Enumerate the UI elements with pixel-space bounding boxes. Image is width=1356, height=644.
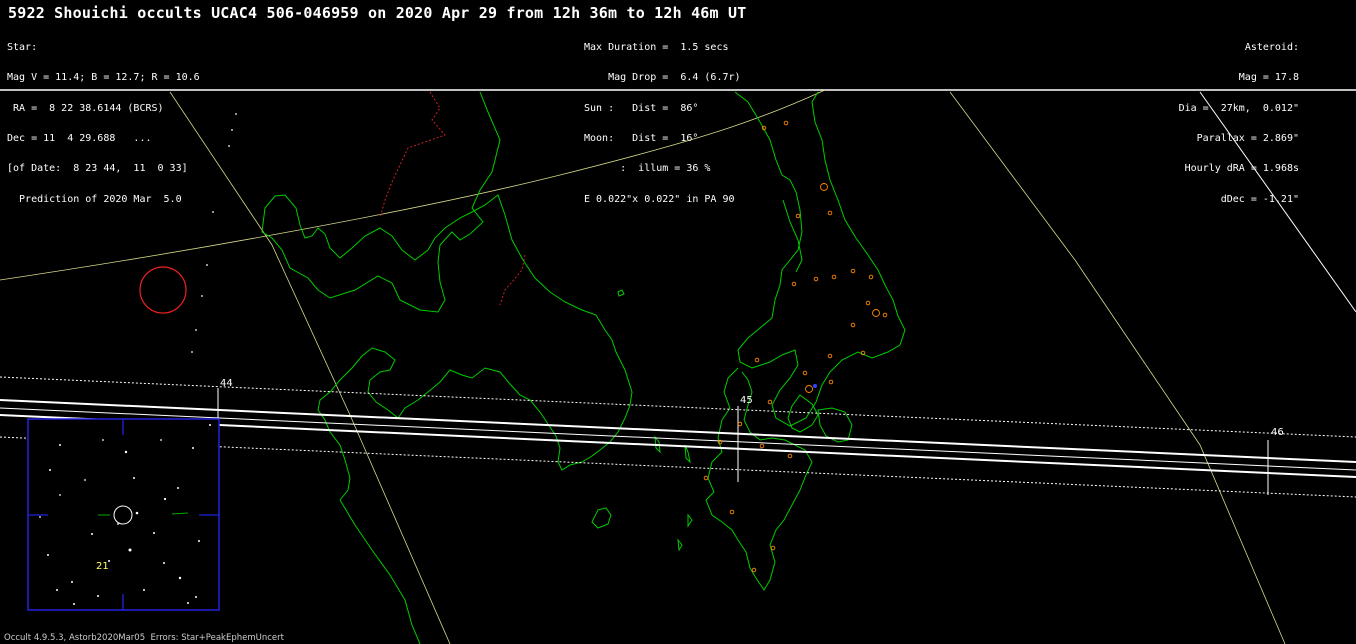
occultation-map: 44 45 46 21 bbox=[0, 89, 1356, 644]
observer-site bbox=[805, 385, 813, 393]
observer-site bbox=[868, 274, 874, 280]
island-coastline bbox=[677, 538, 683, 552]
map-star bbox=[201, 295, 203, 297]
chart-star bbox=[195, 596, 197, 598]
chart-star bbox=[133, 477, 135, 479]
chart-star bbox=[71, 581, 73, 583]
map-star bbox=[212, 211, 214, 213]
observer-site bbox=[850, 322, 856, 328]
star-chart-inset: 21 bbox=[27, 418, 220, 611]
observer-site bbox=[767, 399, 773, 405]
southern-peninsula-coastline bbox=[705, 367, 813, 591]
observer-site bbox=[729, 509, 735, 515]
observer-site bbox=[813, 276, 819, 282]
chart-star bbox=[209, 424, 211, 426]
time-label-45: 45 bbox=[740, 395, 753, 406]
observer-site bbox=[783, 120, 789, 126]
observer-site bbox=[751, 567, 757, 573]
observer-site bbox=[827, 210, 833, 216]
observer-site bbox=[850, 268, 856, 274]
chart-star bbox=[117, 523, 119, 525]
chart-star bbox=[163, 497, 167, 501]
island-coastline bbox=[591, 507, 612, 529]
chart-star bbox=[128, 548, 132, 552]
map-star bbox=[206, 264, 208, 266]
observer-site bbox=[759, 443, 765, 449]
chart-star bbox=[153, 532, 155, 534]
chart-star bbox=[84, 479, 86, 481]
chart-star bbox=[178, 576, 182, 580]
island-coastline bbox=[617, 289, 625, 297]
map-stars bbox=[191, 113, 237, 353]
national-border bbox=[379, 91, 526, 306]
eastern-inner-coast bbox=[782, 199, 803, 273]
observer-site bbox=[827, 353, 833, 359]
star-chart-frame bbox=[27, 418, 220, 611]
chart-star bbox=[49, 469, 51, 471]
chart-star bbox=[73, 603, 75, 605]
observer-site bbox=[872, 309, 880, 317]
chart-star bbox=[47, 554, 49, 556]
observer-site bbox=[703, 475, 709, 481]
island-coastline bbox=[787, 394, 819, 433]
observer-site bbox=[791, 281, 797, 287]
grid-meridian-far-east bbox=[1199, 91, 1356, 313]
time-label-46: 46 bbox=[1271, 427, 1284, 438]
observer-site bbox=[737, 421, 743, 427]
observer-site bbox=[802, 370, 808, 376]
time-label-44: 44 bbox=[220, 378, 233, 389]
observer-site bbox=[828, 379, 834, 385]
map-star bbox=[231, 129, 233, 131]
chart-star bbox=[102, 439, 104, 441]
chart-star bbox=[91, 533, 93, 535]
coastlines bbox=[261, 91, 906, 644]
grid-latitude-line bbox=[0, 89, 826, 281]
observer-site bbox=[795, 213, 801, 219]
observer-site bbox=[831, 274, 837, 280]
grid-meridian-east bbox=[949, 91, 1286, 644]
sun-moon-marker-circle bbox=[139, 266, 187, 314]
map-star bbox=[228, 145, 230, 147]
observer-site bbox=[787, 453, 793, 459]
map-star bbox=[235, 113, 237, 115]
chart-star bbox=[39, 516, 41, 518]
footer-version: Occult 4.9.5.3, Astorb2020Mar05 Errors: … bbox=[4, 633, 284, 643]
observer-site-blue bbox=[813, 384, 817, 388]
island-coastline bbox=[687, 513, 693, 528]
chart-star bbox=[187, 602, 189, 604]
chart-star bbox=[59, 444, 61, 446]
chart-star bbox=[163, 562, 165, 564]
chart-star bbox=[192, 447, 194, 449]
map-star bbox=[191, 351, 193, 353]
chart-star bbox=[56, 589, 58, 591]
observer-site bbox=[820, 183, 828, 191]
chart-star bbox=[198, 540, 200, 542]
observer-site bbox=[770, 545, 776, 551]
chart-star bbox=[135, 511, 139, 515]
island-coastline bbox=[684, 444, 691, 464]
chart-star bbox=[160, 439, 162, 441]
observer-site bbox=[865, 300, 871, 306]
map-star bbox=[195, 329, 197, 331]
chart-star bbox=[143, 589, 145, 591]
mainland-coastline bbox=[261, 91, 633, 501]
chart-star bbox=[97, 595, 99, 597]
observer-site bbox=[754, 357, 760, 363]
chart-star bbox=[177, 487, 179, 489]
observer-site bbox=[882, 312, 888, 318]
southern-coastline bbox=[339, 499, 421, 644]
chart-star bbox=[59, 494, 61, 496]
chart-star bbox=[124, 450, 128, 454]
chart-star-magnitude-label: 21 bbox=[96, 561, 109, 572]
eastern-coastline bbox=[734, 91, 906, 427]
observer-sites bbox=[703, 120, 888, 573]
